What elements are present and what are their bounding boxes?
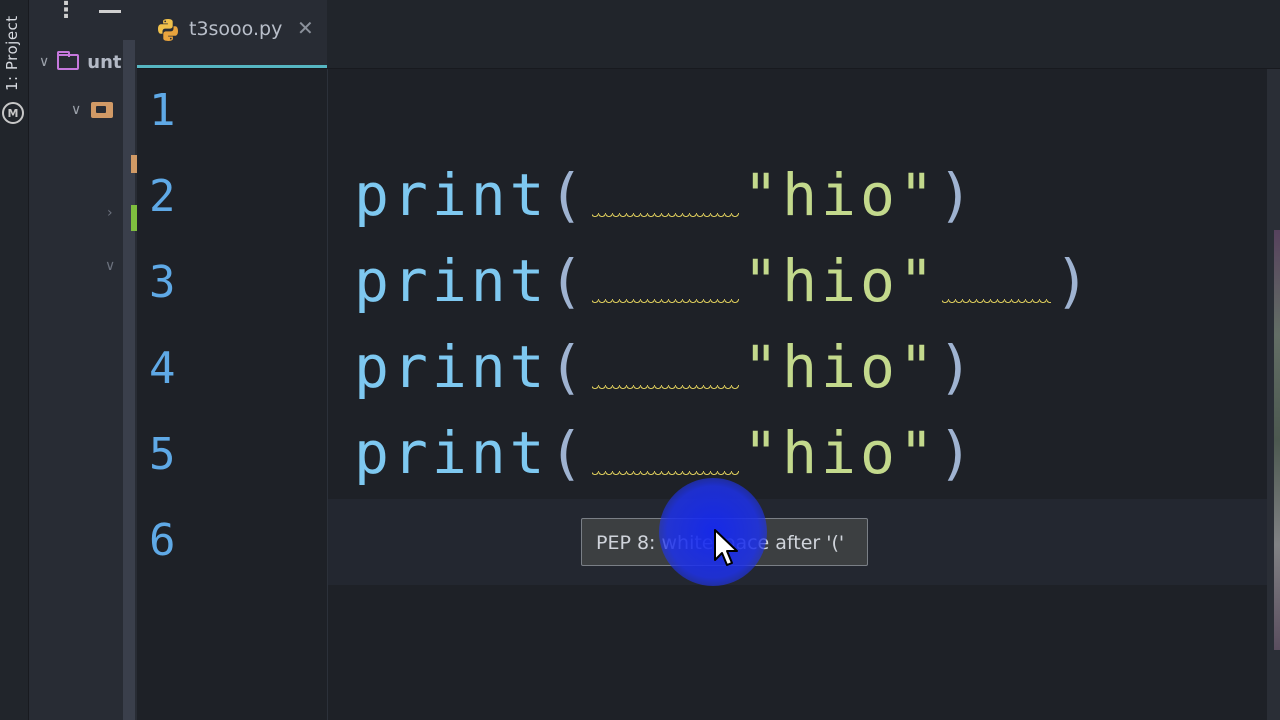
code-keyword: print [354,161,549,229]
line-number: 6 [149,515,176,566]
error-stripe [1274,230,1280,650]
line-number: 3 [149,257,176,308]
code-string: "hio" [743,161,938,229]
whitespace-warning[interactable] [588,161,744,229]
code-keyword: print [354,333,549,401]
code-line[interactable]: print( "hio") [354,419,977,487]
panel-scrollbar[interactable] [123,40,135,720]
code-paren: ) [937,161,977,229]
maven-icon[interactable]: M [2,102,24,124]
project-tool-window-button[interactable]: 1: Project [1,8,23,98]
code-paren: ( [548,333,588,401]
code-keyword: print [354,419,549,487]
code-paren: ( [548,419,588,487]
project-panel: ⋮ ∨ unt ∨ › ∨ [29,0,137,720]
line-number: 5 [149,429,176,480]
line-number: 4 [149,343,176,394]
code-string: "hio" [743,419,938,487]
chevron-right-icon[interactable]: › [107,205,113,221]
tree-subfolder-item[interactable]: ∨ [71,102,114,118]
code-paren: ) [1054,247,1094,315]
whitespace-warning[interactable] [938,247,1055,315]
code-line[interactable]: print( "hio" ) [354,247,1094,315]
active-tab-indicator [137,65,327,68]
project-folder-icon [57,51,80,70]
code-keyword: print [354,247,549,315]
tool-window-strip: 1: Project M [0,0,29,720]
line-number: 2 [149,171,176,222]
close-tab-icon[interactable]: ✕ [297,16,314,40]
editor-tab-bar: t3sooo.py ✕ [137,0,1280,69]
code-string: "hio" [743,247,938,315]
folder-icon [91,102,114,118]
code-line[interactable]: print( "hio") [354,161,977,229]
editor-tab[interactable]: t3sooo.py ✕ [137,0,327,68]
chevron-down-icon[interactable]: ∨ [71,102,81,118]
code-editor[interactable]: 1 2 3 4 5 6 print( "hio") print( "hio" )… [137,69,1267,720]
collapse-icon[interactable] [99,10,121,13]
code-paren: ( [548,161,588,229]
chevron-down-icon[interactable]: ∨ [39,54,49,70]
python-file-icon [158,19,178,41]
code-line[interactable]: print( "hio") [354,333,977,401]
code-paren: ) [937,333,977,401]
whitespace-warning[interactable] [588,333,744,401]
whitespace-warning[interactable] [588,247,744,315]
mouse-pointer-icon [714,529,738,566]
code-string: "hio" [743,333,938,401]
tab-file-name: t3sooo.py [189,18,283,40]
chevron-down-icon[interactable]: ∨ [105,258,115,274]
code-paren: ( [548,247,588,315]
line-number: 1 [149,85,176,136]
code-paren: ) [937,419,977,487]
line-number-gutter[interactable]: 1 2 3 4 5 6 [137,69,328,720]
project-root-item[interactable]: ∨ unt [39,50,121,74]
project-root-label: unt [87,51,122,73]
more-options-icon[interactable]: ⋮ [55,0,77,23]
whitespace-warning[interactable] [588,419,744,487]
